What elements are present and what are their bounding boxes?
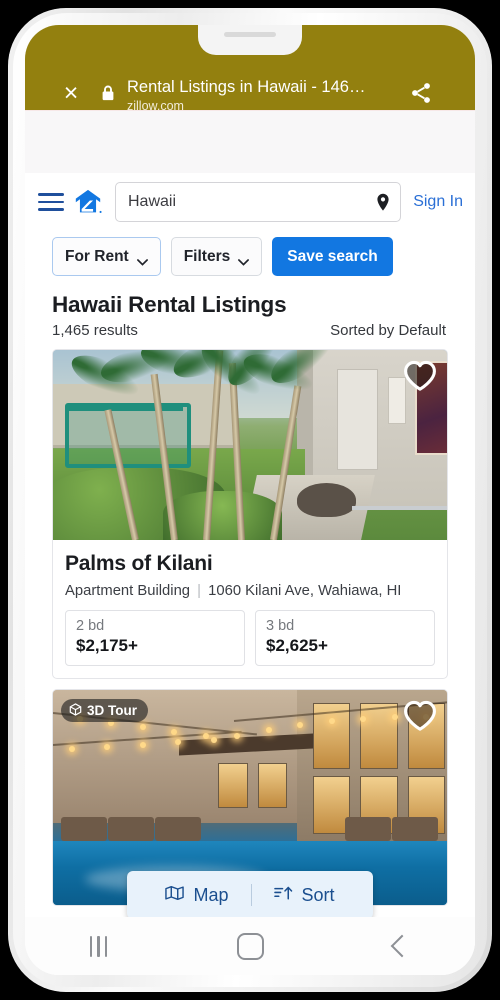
favorite-heart-icon[interactable]: [403, 700, 437, 731]
back-chevron-icon[interactable]: [390, 934, 414, 958]
save-search-button[interactable]: Save search: [272, 237, 393, 276]
map-sort-toolbar: Map Sort: [127, 871, 373, 919]
location-pin-icon[interactable]: [376, 193, 390, 211]
chevron-down-icon: [238, 253, 250, 266]
filter-bar: For Rent Filters Save search: [25, 231, 475, 290]
share-icon[interactable]: [409, 81, 433, 105]
screenshot-root: × Rental Listings in Hawaii - 146… zillo…: [0, 0, 500, 1000]
3d-tour-label: 3D Tour: [87, 703, 137, 718]
recents-icon[interactable]: [89, 935, 108, 957]
sign-in-link[interactable]: Sign In: [413, 193, 463, 211]
map-label: Map: [193, 884, 229, 905]
filters-dropdown[interactable]: Filters: [170, 237, 263, 276]
for-rent-dropdown[interactable]: For Rent: [52, 237, 161, 276]
sort-ascending-icon: [273, 885, 293, 906]
site-header: Hawaii Sign In: [25, 173, 475, 231]
sort-label: Sort: [301, 884, 335, 905]
listing-address: 1060 Kilani Ave, Wahiawa, HI: [208, 583, 402, 599]
unit-beds: 2 bd: [76, 618, 105, 634]
3d-tour-badge[interactable]: 3D Tour: [61, 699, 148, 722]
results-title: Hawaii Rental Listings: [52, 292, 287, 317]
unit-option[interactable]: 3 bd $2,625+: [255, 610, 435, 666]
phone-screen: × Rental Listings in Hawaii - 146… zillo…: [25, 25, 475, 975]
map-icon: [165, 885, 185, 906]
close-tab-button[interactable]: ×: [58, 80, 84, 106]
system-navigation-bar: [25, 917, 475, 975]
listing-meta-separator: |: [197, 583, 201, 599]
search-input-value: Hawaii: [128, 193, 177, 210]
listing-name[interactable]: Palms of Kilani: [65, 552, 435, 576]
favorite-heart-icon[interactable]: [403, 360, 437, 391]
results-count: 1,465 results: [52, 322, 138, 339]
unit-price: $2,175+: [76, 636, 138, 655]
map-button[interactable]: Map: [143, 885, 250, 906]
listing-meta: Apartment Building | 1060 Kilani Ave, Wa…: [65, 583, 435, 599]
sort-button[interactable]: Sort: [252, 885, 357, 906]
for-rent-label: For Rent: [65, 247, 129, 265]
listing-details: Palms of Kilani Apartment Building | 106…: [53, 540, 447, 678]
page-top-gap: [25, 110, 475, 173]
listing-card[interactable]: Palms of Kilani Apartment Building | 106…: [52, 349, 448, 679]
search-input[interactable]: Hawaii: [115, 182, 402, 222]
home-circle-icon[interactable]: [237, 932, 265, 960]
results-sort-label[interactable]: Sorted by Default: [330, 322, 446, 339]
listing-list: Palms of Kilani Apartment Building | 106…: [25, 349, 475, 906]
results-subheader: 1,465 results Sorted by Default: [52, 322, 448, 339]
unit-beds: 3 bd: [266, 618, 295, 634]
unit-price: $2,625+: [266, 636, 328, 655]
unit-option[interactable]: 2 bd $2,175+: [65, 610, 245, 666]
results-header: Hawaii Rental Listings 1,465 results Sor…: [25, 290, 475, 339]
cube-3d-icon: [69, 702, 82, 719]
toolbar-title-group: Rental Listings in Hawaii - 146… zillow.…: [127, 77, 377, 114]
lock-icon: [101, 85, 115, 102]
filters-label: Filters: [183, 247, 231, 265]
listing-unit-row: 2 bd $2,175+ 3 bd $2,625+: [65, 610, 435, 666]
listing-type: Apartment Building: [65, 583, 191, 599]
phone-notch: [198, 25, 302, 55]
hamburger-menu-icon[interactable]: [38, 193, 64, 211]
chevron-down-icon: [136, 253, 148, 266]
web-page: Hawaii Sign In For Rent Filters Save sea…: [25, 110, 475, 975]
listing-photo[interactable]: [53, 350, 447, 540]
phone-speaker-grille: [224, 32, 276, 37]
zillow-logo-icon[interactable]: [73, 187, 103, 217]
page-title: Rental Listings in Hawaii - 146…: [127, 78, 366, 96]
listing-photo-art: [53, 350, 447, 540]
